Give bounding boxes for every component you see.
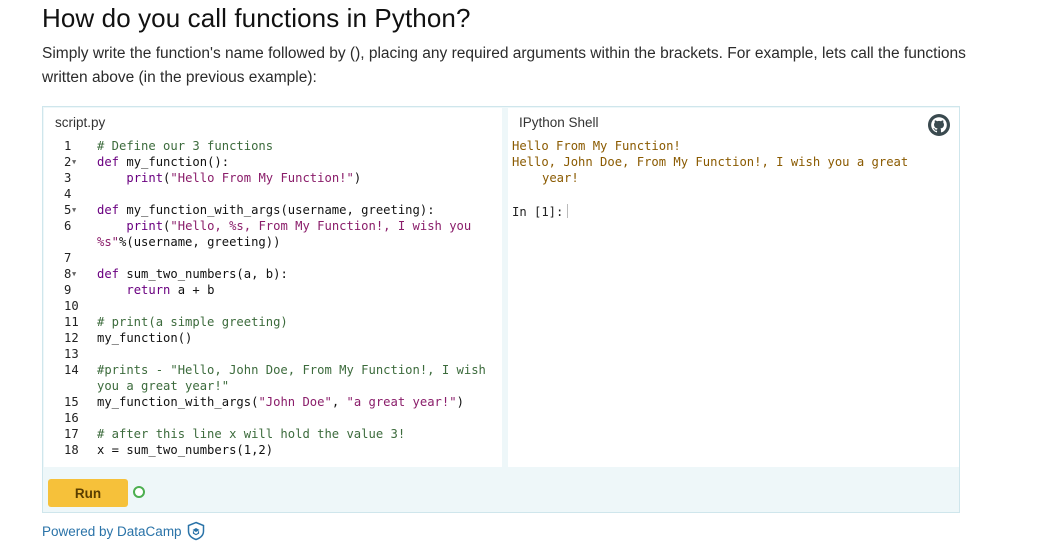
code-text: print("Hello, %s, From My Function!, I w… bbox=[97, 219, 479, 249]
line-number: 18 bbox=[64, 443, 79, 457]
line-number: 9 bbox=[64, 283, 72, 297]
intro-paragraph: Simply write the function's name followe… bbox=[42, 45, 966, 86]
code-text: #prints - "Hello, John Doe, From My Func… bbox=[97, 363, 494, 393]
line-number: 15 bbox=[64, 395, 79, 409]
code-text: # print(a simple greeting) bbox=[97, 315, 288, 329]
code-text: def sum_two_numbers(a, b): bbox=[97, 267, 288, 281]
code-text: return a + b bbox=[126, 283, 215, 297]
shell-output-line: Hello, John Doe, From My Function!, I wi… bbox=[512, 155, 909, 169]
code-text: print("Hello From My Function!") bbox=[126, 171, 362, 185]
prompt-label: In [1]: bbox=[512, 205, 564, 219]
text-cursor bbox=[567, 204, 569, 218]
line-number: 7 bbox=[64, 251, 72, 265]
line-number: 12 bbox=[64, 331, 79, 345]
shell-prompt[interactable]: In [1]: bbox=[512, 204, 569, 219]
line-number: 4 bbox=[64, 187, 72, 201]
fold-toggle-icon[interactable]: ▼ bbox=[72, 154, 76, 170]
shell-output-line: year! bbox=[542, 171, 579, 185]
line-number: 3 bbox=[64, 171, 72, 185]
status-circle-icon bbox=[133, 486, 145, 498]
line-number: 14 bbox=[64, 363, 79, 377]
code-text: # Define our 3 functions bbox=[97, 139, 274, 153]
code-text: def my_function(): bbox=[97, 155, 230, 169]
line-number: 16 bbox=[64, 411, 79, 425]
datacamp-shield-icon[interactable] bbox=[186, 521, 206, 541]
code-text: # after this line x will hold the value … bbox=[97, 427, 406, 441]
ipython-shell[interactable]: IPython Shell Hello From My Function! He… bbox=[508, 108, 959, 467]
code-text: my_function() bbox=[97, 331, 193, 345]
line-number: 6 bbox=[64, 219, 72, 233]
shell-output-line: Hello From My Function! bbox=[512, 139, 681, 153]
line-number: 13 bbox=[64, 347, 79, 361]
page-title: How do you call functions in Python? bbox=[42, 3, 471, 33]
line-number: 17 bbox=[64, 427, 79, 441]
code-text: x = sum_two_numbers(1,2) bbox=[97, 443, 274, 457]
fold-toggle-icon[interactable]: ▼ bbox=[72, 266, 76, 282]
line-number: 10 bbox=[64, 299, 79, 313]
line-number: 11 bbox=[64, 315, 79, 329]
powered-by-link[interactable]: Powered by DataCamp bbox=[42, 524, 182, 539]
run-button[interactable]: Run bbox=[48, 479, 128, 507]
editor-tab-label: script.py bbox=[55, 115, 106, 130]
shell-tab-label: IPython Shell bbox=[519, 115, 599, 130]
code-text: my_function_with_args("John Doe", "a gre… bbox=[97, 395, 464, 409]
fold-toggle-icon[interactable]: ▼ bbox=[72, 202, 76, 218]
line-number: 1 bbox=[64, 139, 72, 153]
code-text: def my_function_with_args(username, gree… bbox=[97, 203, 435, 217]
code-widget: script.py 1 # Define our 3 functions 2 ▼ def… bbox=[42, 106, 960, 513]
github-icon[interactable] bbox=[928, 114, 950, 136]
shell-output: Hello From My Function! Hello, John Doe,… bbox=[512, 138, 952, 186]
script-editor[interactable]: script.py 1 # Define our 3 functions 2 ▼ def… bbox=[44, 108, 502, 467]
